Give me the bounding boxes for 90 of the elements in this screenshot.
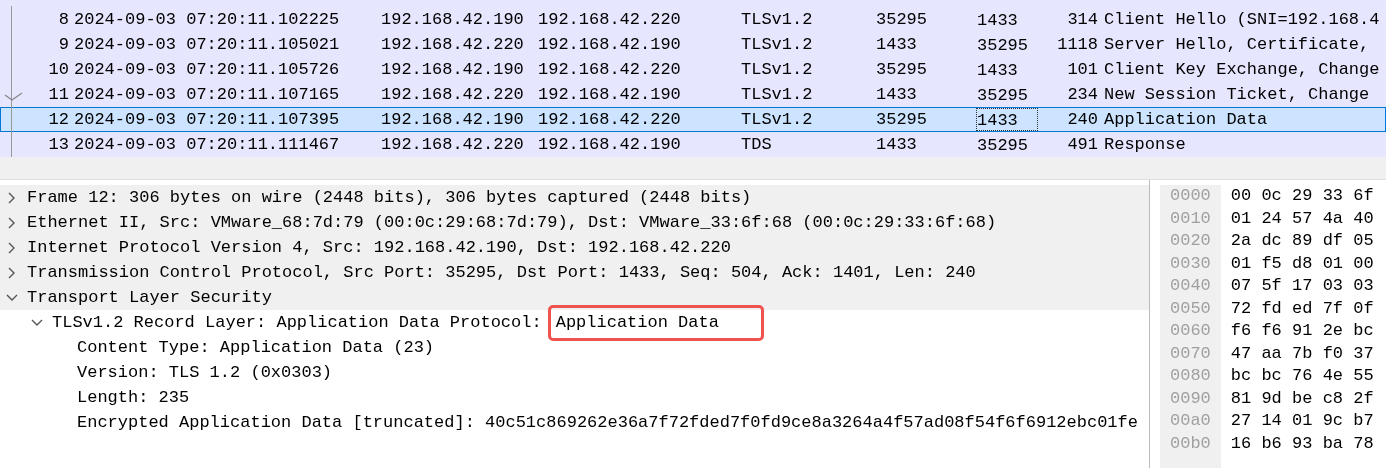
hex-offset: 0020 — [1170, 230, 1211, 252]
table-cell-text: 1433 — [976, 60, 1019, 81]
hex-offset: 0040 — [1170, 275, 1211, 297]
hex-offset: 0070 — [1170, 342, 1211, 365]
hex-offset: 0030 — [1170, 252, 1211, 275]
table-cell-text: 2024-09-03 07:20:11.107395 — [74, 109, 341, 131]
hex-offset: 0080 — [1170, 365, 1211, 387]
table-cell-text: TLSv1.2 — [741, 34, 814, 56]
table-cell-text: 10 — [47, 59, 69, 81]
hex-bytes: 00 0c 29 33 6f — [1230, 185, 1374, 207]
table-cell-text: 2024-09-03 07:20:11.105726 — [74, 59, 341, 81]
table-cell-text: 2024-09-03 07:20:11.105021 — [74, 34, 341, 56]
table-cell-text: 192.168.42.220 — [381, 134, 525, 156]
table-cell-text: 192.168.42.190 — [538, 134, 682, 156]
hex-offset: 0050 — [1170, 297, 1211, 320]
table-cell-text: 234 — [1066, 84, 1098, 106]
table-cell-text: 35295 — [876, 109, 928, 131]
hex-bytes: f6 f6 91 2e bc — [1230, 320, 1374, 342]
tree-item[interactable]: Encrypted Application Data [truncated]: 40c51c869262e36a7f72fded7f0fd9ce8a3264a4f57ad08f54f6f6912ebc01fe — [77, 409, 1138, 436]
hex-offset: 00b0 — [1170, 432, 1211, 455]
table-cell-text: 192.168.42.220 — [381, 84, 525, 106]
table-cell-text: 192.168.42.220 — [538, 9, 682, 31]
packet-row[interactable]: 13 2024-09-03 07:20:11.111467 192.168.42.220 192.168.42.190 TDS 1433 35295 491 Response — [0, 132, 1386, 157]
table-cell-text: TLSv1.2 — [741, 59, 814, 81]
table-cell-text: 2024-09-03 07:20:11.107165 — [74, 84, 341, 106]
table-cell-text: 2024-09-03 07:20:11.111467 — [74, 134, 341, 156]
table-cell-text: 240 — [1066, 109, 1098, 131]
packet-row[interactable]: 8 2024-09-03 07:20:11.102225 192.168.42.190 192.168.42.220 TLSv1.2 35295 1433 314 Client Hello (SNI=192.168.4 — [0, 7, 1386, 32]
table-cell-text: Server Hello, Certificate, — [1104, 34, 1370, 56]
table-cell-text: 491 — [1066, 134, 1098, 156]
table-cell-text: 1433 — [976, 10, 1019, 31]
tree-item[interactable]: Content Type: Application Data (23) — [77, 334, 435, 361]
packet-row[interactable]: 9 2024-09-03 07:20:11.105021 192.168.42.220 192.168.42.190 TLSv1.2 1433 35295 1118 Server Hello, Certificate, — [0, 32, 1386, 57]
table-cell-text: 192.168.42.220 — [538, 109, 682, 131]
hex-bytes: 01 f5 d8 01 00 — [1230, 252, 1374, 275]
highlighted-value: Application Data — [547, 304, 764, 341]
table-cell-text: Client Key Exchange, Change — [1104, 59, 1380, 81]
hex-bytes: bc bc 76 4e 55 — [1230, 365, 1374, 387]
hex-offset: 0090 — [1170, 387, 1211, 410]
table-cell-text: 13 — [47, 134, 69, 156]
table-cell-text: TDS — [741, 134, 773, 156]
table-cell-text: 35295 — [976, 85, 1029, 106]
table-cell-text: 192.168.42.220 — [381, 34, 525, 56]
table-cell-text: 8 — [57, 9, 69, 31]
hex-bytes: 16 b6 93 ba 78 — [1230, 432, 1374, 455]
hex-bytes: 07 5f 17 03 03 — [1230, 275, 1374, 297]
table-cell-text: Response — [1104, 134, 1186, 156]
table-cell-text: 192.168.42.220 — [538, 59, 682, 81]
hex-offset: 00a0 — [1170, 410, 1211, 432]
table-cell-text: 192.168.42.190 — [538, 84, 682, 106]
table-cell-text: TLSv1.2 — [741, 9, 814, 31]
table-cell-text: 1118 — [1056, 34, 1098, 56]
table-cell-text: Application Data — [1104, 109, 1268, 131]
packet-row[interactable]: 12 2024-09-03 07:20:11.107395 192.168.42.190 192.168.42.220 TLSv1.2 35295 1433 240 Application Data — [0, 107, 1386, 132]
packet-row[interactable]: 11 2024-09-03 07:20:11.107165 192.168.42.220 192.168.42.190 TLSv1.2 1433 35295 234 New Session Ticket, Change — [0, 82, 1386, 107]
hex-bytes: 81 9d be c8 2f — [1230, 387, 1374, 410]
table-cell-text: 192.168.42.190 — [381, 59, 525, 81]
hex-offset: 0010 — [1170, 207, 1211, 230]
table-cell-text: 192.168.42.190 — [381, 9, 525, 31]
table-cell-text: 101 — [1066, 59, 1098, 81]
table-cell-text: 1433 — [876, 34, 918, 56]
hex-bytes: 72 fd ed 7f 0f — [1230, 297, 1374, 320]
table-cell-text: 35295 — [876, 59, 928, 81]
table-cell-text: 314 — [1066, 9, 1098, 31]
table-cell-text: 35295 — [876, 9, 928, 31]
table-cell-text: 1433 — [876, 134, 918, 156]
packet-row[interactable]: 10 2024-09-03 07:20:11.105726 192.168.42.190 192.168.42.220 TLSv1.2 35295 1433 101 Client Key Exchange, Change — [0, 57, 1386, 82]
table-cell-text: TLSv1.2 — [741, 109, 814, 131]
table-cell-text: 35295 — [976, 35, 1029, 56]
table-cell-text: 2024-09-03 07:20:11.102225 — [74, 9, 341, 31]
table-cell-text: 192.168.42.190 — [381, 109, 525, 131]
tree-item[interactable]: Length: 235 — [77, 384, 190, 411]
table-cell-text: 192.168.42.190 — [538, 34, 682, 56]
hex-bytes: 2a dc 89 df 05 — [1230, 230, 1374, 252]
table-cell-text: 12 — [47, 109, 69, 131]
table-cell-text: TLSv1.2 — [741, 84, 814, 106]
table-cell-text: 35295 — [976, 135, 1029, 156]
table-cell-text: 1433 — [876, 84, 918, 106]
hex-bytes: 01 24 57 4a 40 — [1230, 207, 1374, 230]
hex-offset: 0060 — [1170, 320, 1211, 342]
table-cell-text: 9 — [57, 34, 69, 56]
table-cell-text: 11 — [47, 84, 69, 106]
hex-offset: 0000 — [1170, 185, 1211, 207]
hex-bytes: 47 aa 7b f0 37 — [1230, 342, 1374, 365]
table-cell: 1433 — [976, 108, 1038, 131]
tree-item[interactable]: TLSv1.2 Record Layer: Application Data Protocol: — [52, 309, 542, 336]
table-cell-text: New Session Ticket, Change — [1104, 84, 1370, 106]
hex-bytes: 27 14 01 9c b7 — [1230, 410, 1374, 432]
table-cell-text: Client Hello (SNI=192.168.4 — [1104, 9, 1380, 31]
tree-item[interactable]: Version: TLS 1.2 (0x0303) — [77, 359, 333, 386]
